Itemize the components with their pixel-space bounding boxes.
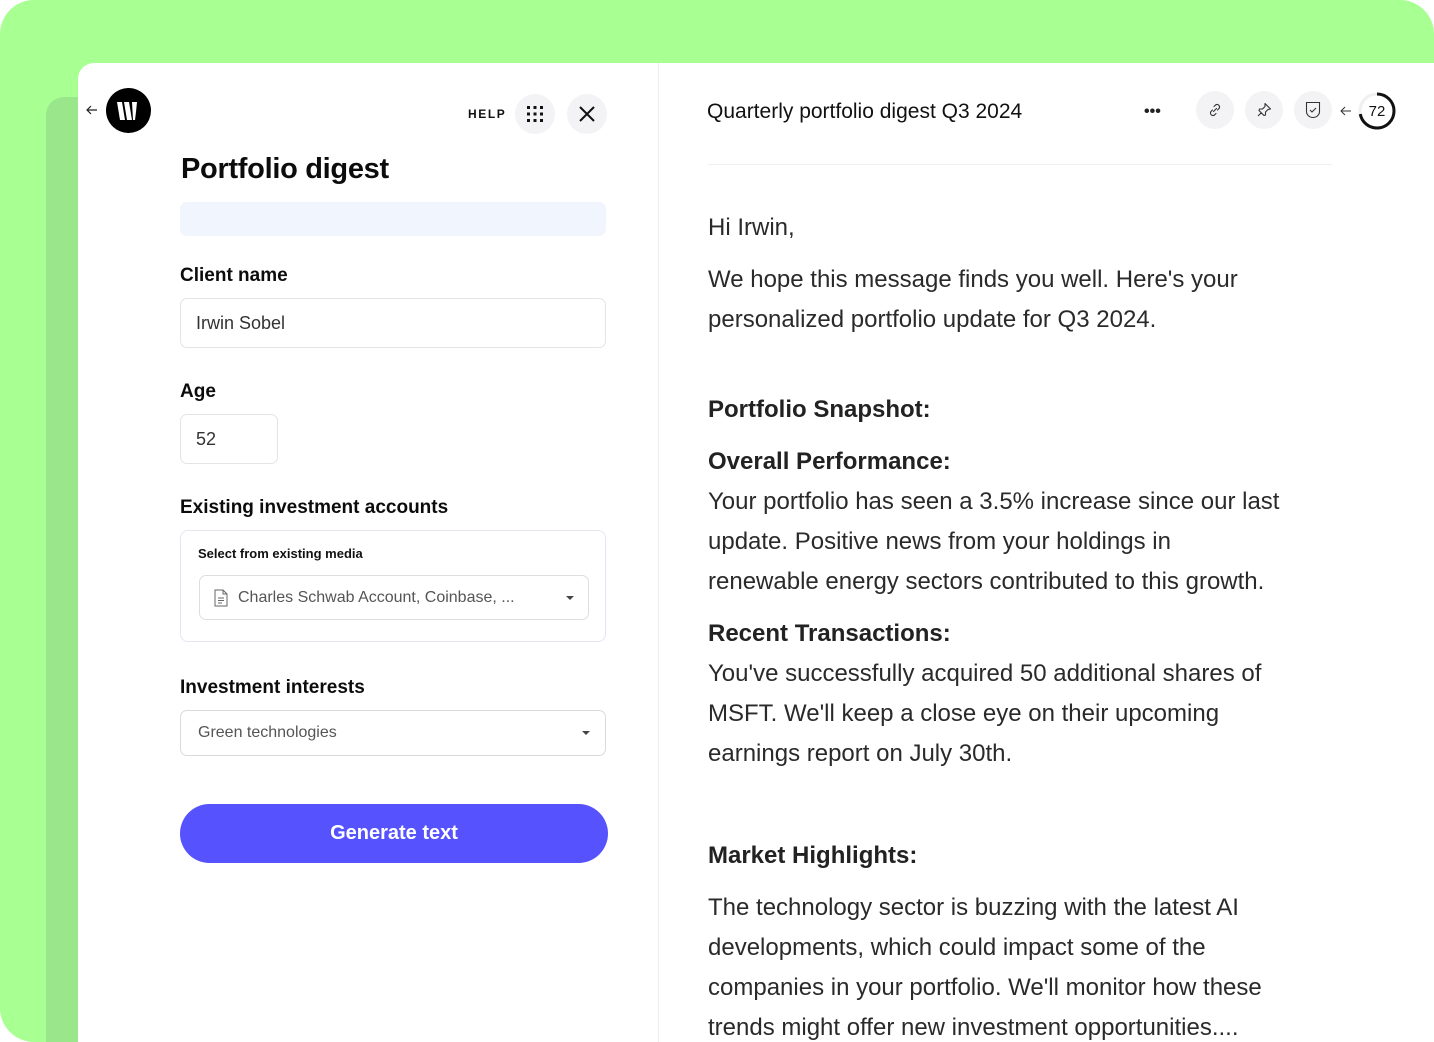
performance-line: Your portfolio has seen a 3.5% increase … xyxy=(708,488,1280,515)
transactions-line: earnings report on July 30th. xyxy=(708,740,1013,767)
accounts-select[interactable]: Charles Schwab Account, Coinbase, ... xyxy=(199,575,589,620)
performance-line: renewable energy sectors contributed to … xyxy=(708,568,1265,595)
media-label: Select from existing media xyxy=(198,546,363,561)
generate-text-button[interactable]: Generate text xyxy=(180,804,608,863)
pin-icon xyxy=(1257,102,1272,117)
age-input[interactable]: 52 xyxy=(180,414,278,464)
link-icon xyxy=(1209,103,1221,117)
transactions-line: MSFT. We'll keep a close eye on their up… xyxy=(708,700,1220,727)
age-label: Age xyxy=(180,381,216,402)
transactions-heading: Recent Transactions: xyxy=(708,620,951,647)
info-banner xyxy=(180,202,606,236)
apps-button[interactable] xyxy=(515,94,555,134)
more-options-button[interactable]: ••• xyxy=(1144,103,1161,121)
app-window: HELP Portfolio digest Client name Irwin … xyxy=(78,63,1434,1042)
interests-label: Investment interests xyxy=(180,677,365,698)
market-line: The technology sector is buzzing with th… xyxy=(708,894,1239,921)
panel-divider xyxy=(658,63,659,1042)
greeting: Hi Irwin, xyxy=(708,214,795,241)
market-line: companies in your portfolio. We'll monit… xyxy=(708,974,1262,1001)
back-arrow-icon[interactable] xyxy=(85,103,101,119)
close-button[interactable] xyxy=(567,94,607,134)
transactions-line: You've successfully acquired 50 addition… xyxy=(708,660,1262,687)
grid-icon xyxy=(527,106,543,122)
intro-line: personalized portfolio update for Q3 202… xyxy=(708,306,1157,333)
header-divider xyxy=(708,164,1332,165)
logo-icon xyxy=(106,88,151,133)
copy-link-button[interactable] xyxy=(1196,91,1234,129)
document-title: Quarterly portfolio digest Q3 2024 xyxy=(707,100,1023,123)
market-line: developments, which could impact some of… xyxy=(708,934,1206,961)
client-name-input[interactable]: Irwin Sobel xyxy=(180,298,606,348)
interests-selected-value: Green technologies xyxy=(198,724,337,741)
performance-line: update. Positive news from your holdings… xyxy=(708,528,1171,555)
performance-heading: Overall Performance: xyxy=(708,448,951,475)
pin-button[interactable] xyxy=(1245,91,1283,129)
accounts-label: Existing investment accounts xyxy=(180,497,449,518)
help-link[interactable]: HELP xyxy=(468,107,506,121)
market-line: trends might offer new investment opport… xyxy=(708,1014,1239,1041)
form-panel: HELP Portfolio digest Client name Irwin … xyxy=(78,63,659,1042)
chevron-down-icon xyxy=(566,595,574,600)
document-icon xyxy=(214,589,228,606)
page-title: Portfolio digest xyxy=(181,153,389,185)
client-name-label: Client name xyxy=(180,265,288,286)
score-gauge: 72 xyxy=(1357,91,1397,131)
interests-select[interactable]: Green technologies xyxy=(180,710,606,756)
accounts-media-box: Select from existing media Charles Schwa… xyxy=(180,530,606,642)
accounts-selected-value: Charles Schwab Account, Coinbase, ... xyxy=(238,588,515,606)
snapshot-heading: Portfolio Snapshot: xyxy=(708,396,931,423)
shield-check-icon xyxy=(1305,101,1321,119)
score-value: 72 xyxy=(1368,102,1386,120)
approve-button[interactable] xyxy=(1294,91,1332,129)
arrow-left-icon xyxy=(1340,104,1352,122)
intro-line: We hope this message finds you well. Her… xyxy=(708,266,1238,293)
close-icon xyxy=(579,106,595,122)
market-heading: Market Highlights: xyxy=(708,842,918,869)
chevron-down-icon xyxy=(582,731,590,735)
